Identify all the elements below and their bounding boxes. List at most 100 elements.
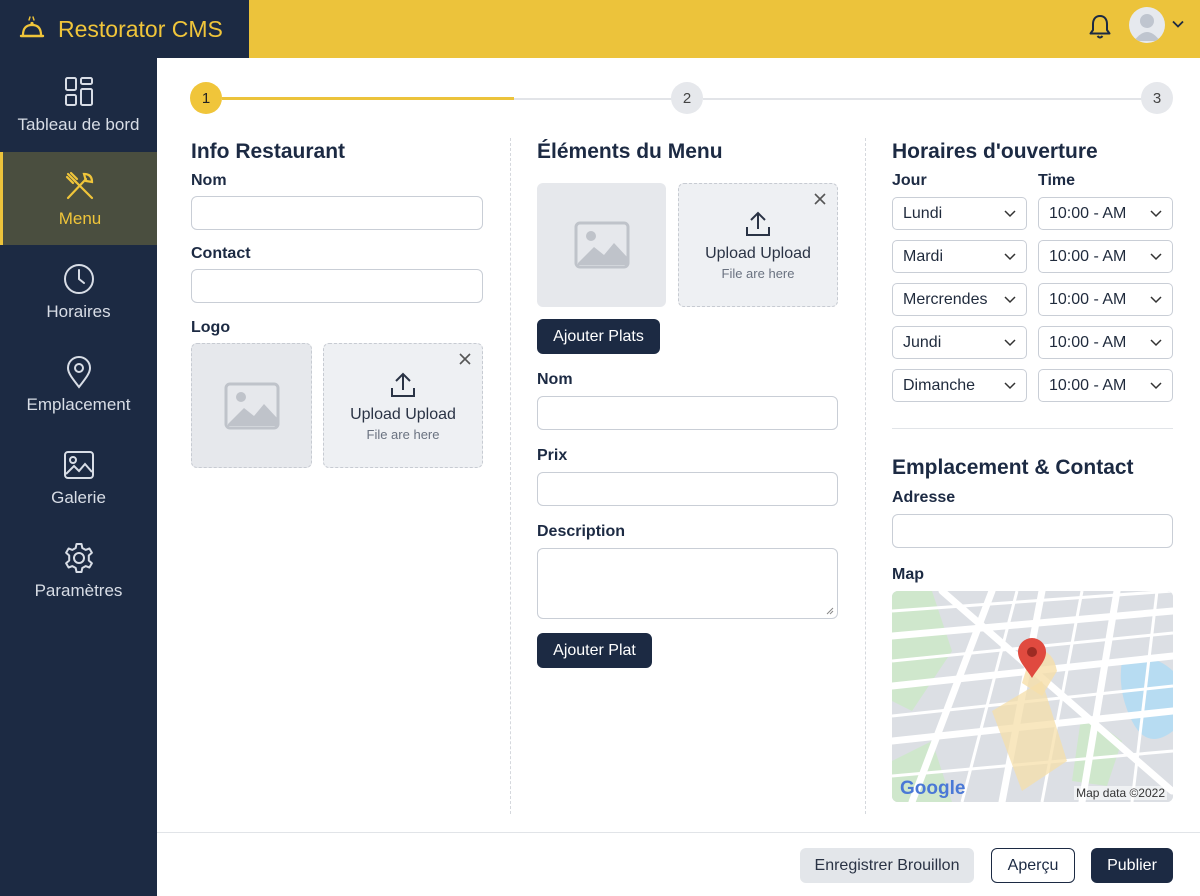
address-input[interactable]: [892, 514, 1173, 548]
publish-button[interactable]: Publier: [1091, 848, 1173, 883]
chevron-down-icon: [1150, 339, 1162, 347]
description-textarea[interactable]: [537, 548, 838, 619]
logo-upload-dropzone[interactable]: Upload Upload File are here: [323, 343, 483, 468]
day-select-value: Lundi: [903, 204, 943, 222]
dish-name-label: Nom: [537, 371, 573, 388]
map-label: Map: [892, 566, 924, 583]
footer-divider: [157, 832, 1200, 833]
description-label: Description: [537, 523, 626, 540]
chevron-down-icon: [1004, 296, 1016, 304]
step-1[interactable]: 1: [190, 82, 222, 114]
sidebar-item-label: Tableau de bord: [17, 114, 140, 134]
contact-input[interactable]: [191, 269, 483, 303]
dish-upload-dropzone[interactable]: Upload Upload File are here: [678, 183, 838, 307]
upload-title: Upload Upload: [705, 245, 811, 262]
sidebar-item-gallery[interactable]: Galerie: [0, 431, 157, 524]
stepper-track: [703, 98, 1143, 100]
day-select[interactable]: Jundi: [892, 326, 1027, 359]
user-icon: [1134, 14, 1160, 41]
location-pin-icon: [66, 355, 91, 389]
chevron-down-icon: [1004, 382, 1016, 390]
day-select[interactable]: Dimanche: [892, 369, 1027, 402]
chevron-down-icon: [1004, 253, 1016, 261]
day-select-value: Mardi: [903, 247, 944, 265]
map-pin-icon[interactable]: [1016, 637, 1048, 679]
sidebar-item-menu[interactable]: Menu: [0, 152, 157, 245]
step-3[interactable]: 3: [1141, 82, 1173, 114]
sidebar-item-label: Emplacement: [26, 394, 131, 414]
restaurant-name-input[interactable]: [191, 196, 483, 230]
sidebar-item-label: Horaires: [46, 301, 111, 321]
section-title-hours: Horaires d'ouverture: [892, 140, 1098, 163]
stepper-progress: [222, 97, 514, 100]
day-select-value: Jundi: [903, 333, 942, 351]
sidebar-item-label: Galerie: [51, 487, 106, 507]
day-select[interactable]: Lundi: [892, 197, 1027, 230]
logo-label: Logo: [191, 319, 231, 336]
image-placeholder-icon: [224, 382, 279, 429]
upload-title: Upload Upload: [350, 405, 456, 423]
top-bar: [249, 0, 1200, 58]
day-column-label: Jour: [892, 172, 927, 189]
close-icon[interactable]: [458, 352, 472, 366]
dish-name-input[interactable]: [537, 396, 838, 430]
contact-label: Contact: [191, 245, 251, 262]
time-select[interactable]: 10:00 - AM: [1038, 283, 1173, 316]
logo-preview: [191, 343, 312, 468]
chevron-down-icon: [1150, 296, 1162, 304]
column-divider: [510, 138, 511, 814]
brand[interactable]: Restorator CMS: [0, 0, 249, 58]
nom-label: Nom: [191, 172, 227, 189]
clock-icon: [63, 263, 94, 294]
chevron-down-icon: [1004, 210, 1016, 218]
upload-subtitle: File are here: [721, 266, 795, 281]
day-select-value: Mercrendes: [903, 290, 988, 308]
app-title: Restorator CMS: [58, 15, 223, 42]
column-divider: [865, 138, 866, 814]
sidebar-item-location[interactable]: Emplacement: [0, 338, 157, 431]
image-placeholder-icon: [574, 221, 629, 269]
avatar[interactable]: [1129, 7, 1165, 43]
section-title-info: Info Restaurant: [191, 140, 346, 163]
day-select[interactable]: Mercrendes: [892, 283, 1027, 316]
day-select-value: Dimanche: [903, 376, 976, 394]
section-divider: [892, 428, 1173, 429]
resize-handle-icon[interactable]: [826, 607, 834, 615]
dish-image-preview: [537, 183, 666, 307]
time-select-value: 10:00 - AM: [1049, 204, 1127, 222]
sidebar-item-dashboard[interactable]: Tableau de bord: [0, 58, 157, 151]
upload-icon: [391, 372, 415, 397]
chevron-down-icon: [1150, 210, 1162, 218]
chevron-down-icon[interactable]: [1171, 17, 1185, 31]
time-select[interactable]: 10:00 - AM: [1038, 240, 1173, 273]
map-graphic: [892, 591, 1173, 802]
location-map[interactable]: Google Map data ©2022: [892, 591, 1173, 802]
time-select-value: 10:00 - AM: [1049, 376, 1127, 394]
price-input[interactable]: [537, 472, 838, 506]
google-logo: Google: [900, 778, 965, 800]
chevron-down-icon: [1150, 382, 1162, 390]
day-select[interactable]: Mardi: [892, 240, 1027, 273]
add-dishes-button[interactable]: Ajouter Plats: [537, 319, 660, 354]
time-select-value: 10:00 - AM: [1049, 333, 1127, 351]
time-select[interactable]: 10:00 - AM: [1038, 326, 1173, 359]
add-dish-button[interactable]: Ajouter Plat: [537, 633, 652, 668]
utensils-icon: [65, 171, 94, 199]
save-draft-button[interactable]: Enregistrer Brouillon: [800, 848, 974, 883]
sidebar: Tableau de bord Menu Horaires Emplacemen…: [0, 58, 157, 896]
time-select[interactable]: 10:00 - AM: [1038, 197, 1173, 230]
upload-icon: [746, 211, 770, 236]
time-select-value: 10:00 - AM: [1049, 290, 1127, 308]
sidebar-item-hours[interactable]: Horaires: [0, 245, 157, 338]
upload-subtitle: File are here: [366, 426, 440, 442]
bell-icon[interactable]: [1087, 12, 1113, 40]
time-select[interactable]: 10:00 - AM: [1038, 369, 1173, 402]
section-title-location: Emplacement & Contact: [892, 456, 1134, 479]
chevron-down-icon: [1004, 339, 1016, 347]
step-2[interactable]: 2: [671, 82, 703, 114]
sidebar-item-label: Menu: [58, 208, 102, 228]
preview-button[interactable]: Aperçu: [991, 848, 1075, 883]
cloche-logo-icon: [19, 16, 45, 38]
sidebar-item-settings[interactable]: Paramètres: [0, 524, 157, 617]
close-icon[interactable]: [813, 192, 827, 206]
